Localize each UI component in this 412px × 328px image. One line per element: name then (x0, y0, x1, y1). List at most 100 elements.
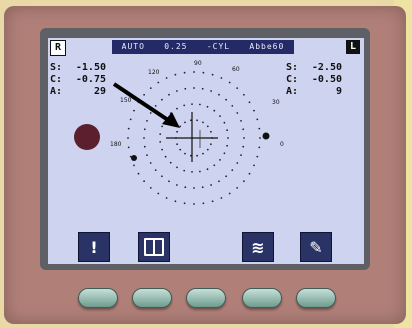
dial-ring-dot (149, 112, 152, 114)
dial-ring-dot (218, 180, 220, 183)
dial-ring-dot (210, 130, 212, 133)
dial-ring-dot (176, 107, 178, 110)
dial-ring-dot (193, 203, 195, 205)
dial-ring-dot (259, 137, 261, 139)
dial-ring-dot (227, 137, 229, 139)
dial-ring-dot (183, 71, 186, 74)
dial-ring-dot (168, 180, 170, 183)
dial-ring-dot (179, 148, 182, 151)
dial-ring-dot (157, 192, 160, 195)
dial-ring-dot (211, 73, 214, 76)
dial-ring-dot (129, 118, 132, 121)
exclamation-icon: ! (90, 237, 98, 257)
dial-ring-dot (211, 200, 214, 203)
dial-ring-dot (184, 121, 186, 124)
hardware-button-1[interactable] (78, 288, 118, 308)
dial-ring-dot (243, 180, 245, 183)
dial-ring-dot (220, 77, 223, 79)
dial-ring-dot (143, 180, 145, 183)
dial-ring-dot (183, 202, 186, 205)
scan-softkey[interactable]: ≋ (242, 232, 274, 262)
dial-ring-dot (169, 161, 172, 164)
hardware-button-4[interactable] (242, 288, 282, 308)
dial-ring-dot (191, 103, 193, 105)
dial-ring-dot (196, 154, 199, 157)
dial-ring-dot (133, 109, 135, 112)
dial-ring-dot (176, 143, 179, 146)
dial-ring-dot (146, 120, 148, 122)
dial-ring-dot (243, 93, 245, 96)
book-icon (144, 238, 164, 256)
dial-ring-dot (236, 187, 239, 189)
dial-ring-dot (161, 175, 163, 178)
dial-ring-dot (149, 87, 152, 89)
dial-ring-dot (154, 105, 157, 107)
dial-ring-dot (228, 192, 231, 195)
dial-ring-dot (225, 98, 228, 101)
dial-ring-dot (159, 141, 162, 143)
dial-ring-dot (184, 152, 186, 155)
dial-label-30: 30 (272, 99, 280, 106)
dial-ring-dot (226, 129, 229, 132)
scan-icon: ≋ (251, 237, 265, 257)
dial-ring-dot (161, 98, 163, 101)
dial-ring-dot (157, 81, 160, 84)
dial-ring-dot (236, 87, 239, 89)
dial-ring-dot (206, 125, 209, 128)
dial-ring-dot (176, 184, 178, 186)
dial-ring-dot (226, 144, 229, 147)
eraser-softkey[interactable]: ✎ (300, 232, 332, 262)
marker-right (262, 132, 270, 140)
dial-ring-dot (206, 148, 209, 151)
dial-ring-dot (242, 145, 245, 148)
dial-ring-dot (253, 164, 255, 167)
dial-ring-dot (258, 146, 261, 149)
dial-ring-dot (143, 128, 146, 131)
dial-ring-dot (168, 93, 170, 96)
dial-ring-dot (223, 121, 226, 124)
dial-ring-dot (199, 170, 201, 173)
dial-ring-dot (202, 202, 205, 205)
dial-ring-dot (159, 133, 162, 135)
dial-ring-dot (149, 187, 152, 189)
dial-ring-dot (213, 164, 216, 167)
dial-ring-dot (206, 105, 209, 108)
dial-ring-dot (219, 159, 221, 161)
dial-ring-dot (243, 137, 245, 139)
dial-label-60: 60 (232, 66, 240, 73)
dial-ring-dot (248, 101, 251, 104)
dial-ring-dot (253, 109, 255, 112)
dial-ring-dot (137, 172, 140, 175)
dial-ring-dot (225, 175, 228, 178)
dial-ring-dot (236, 162, 239, 164)
dial-ring-dot (202, 71, 205, 74)
annotation-arrow-shaft (112, 82, 176, 126)
alert-softkey[interactable]: ! (78, 232, 110, 262)
dial-ring-dot (231, 105, 234, 107)
dial-ring-dot (220, 197, 223, 199)
dial-ring-dot (228, 81, 231, 84)
dial-label-150: 150 (120, 97, 132, 104)
hardware-button-3[interactable] (186, 288, 226, 308)
dial-ring-dot (196, 119, 199, 122)
dial-ring-dot (236, 112, 239, 114)
dial-ring-dot (143, 137, 145, 139)
dial-ring-dot (164, 155, 167, 158)
dial-ring-dot (240, 154, 242, 156)
book-softkey[interactable] (138, 232, 170, 262)
dial-ring-dot (206, 168, 209, 171)
hardware-button-2[interactable] (132, 288, 172, 308)
dial-ring-dot (154, 169, 157, 172)
hardware-button-5[interactable] (296, 288, 336, 308)
dial-ring-dot (193, 87, 195, 89)
dial-ring-dot (165, 77, 168, 79)
dial-ring-dot (165, 197, 168, 199)
dial-ring-dot (213, 109, 216, 112)
dial-ring-dot (256, 155, 259, 158)
dial-label-0: 0 (280, 141, 284, 148)
dial-label-120: 120 (148, 69, 160, 76)
dial-ring-dot (179, 125, 182, 128)
dial-ring-dot (176, 166, 178, 169)
dial-ring-dot (143, 145, 146, 148)
dial-ring-dot (223, 152, 226, 155)
